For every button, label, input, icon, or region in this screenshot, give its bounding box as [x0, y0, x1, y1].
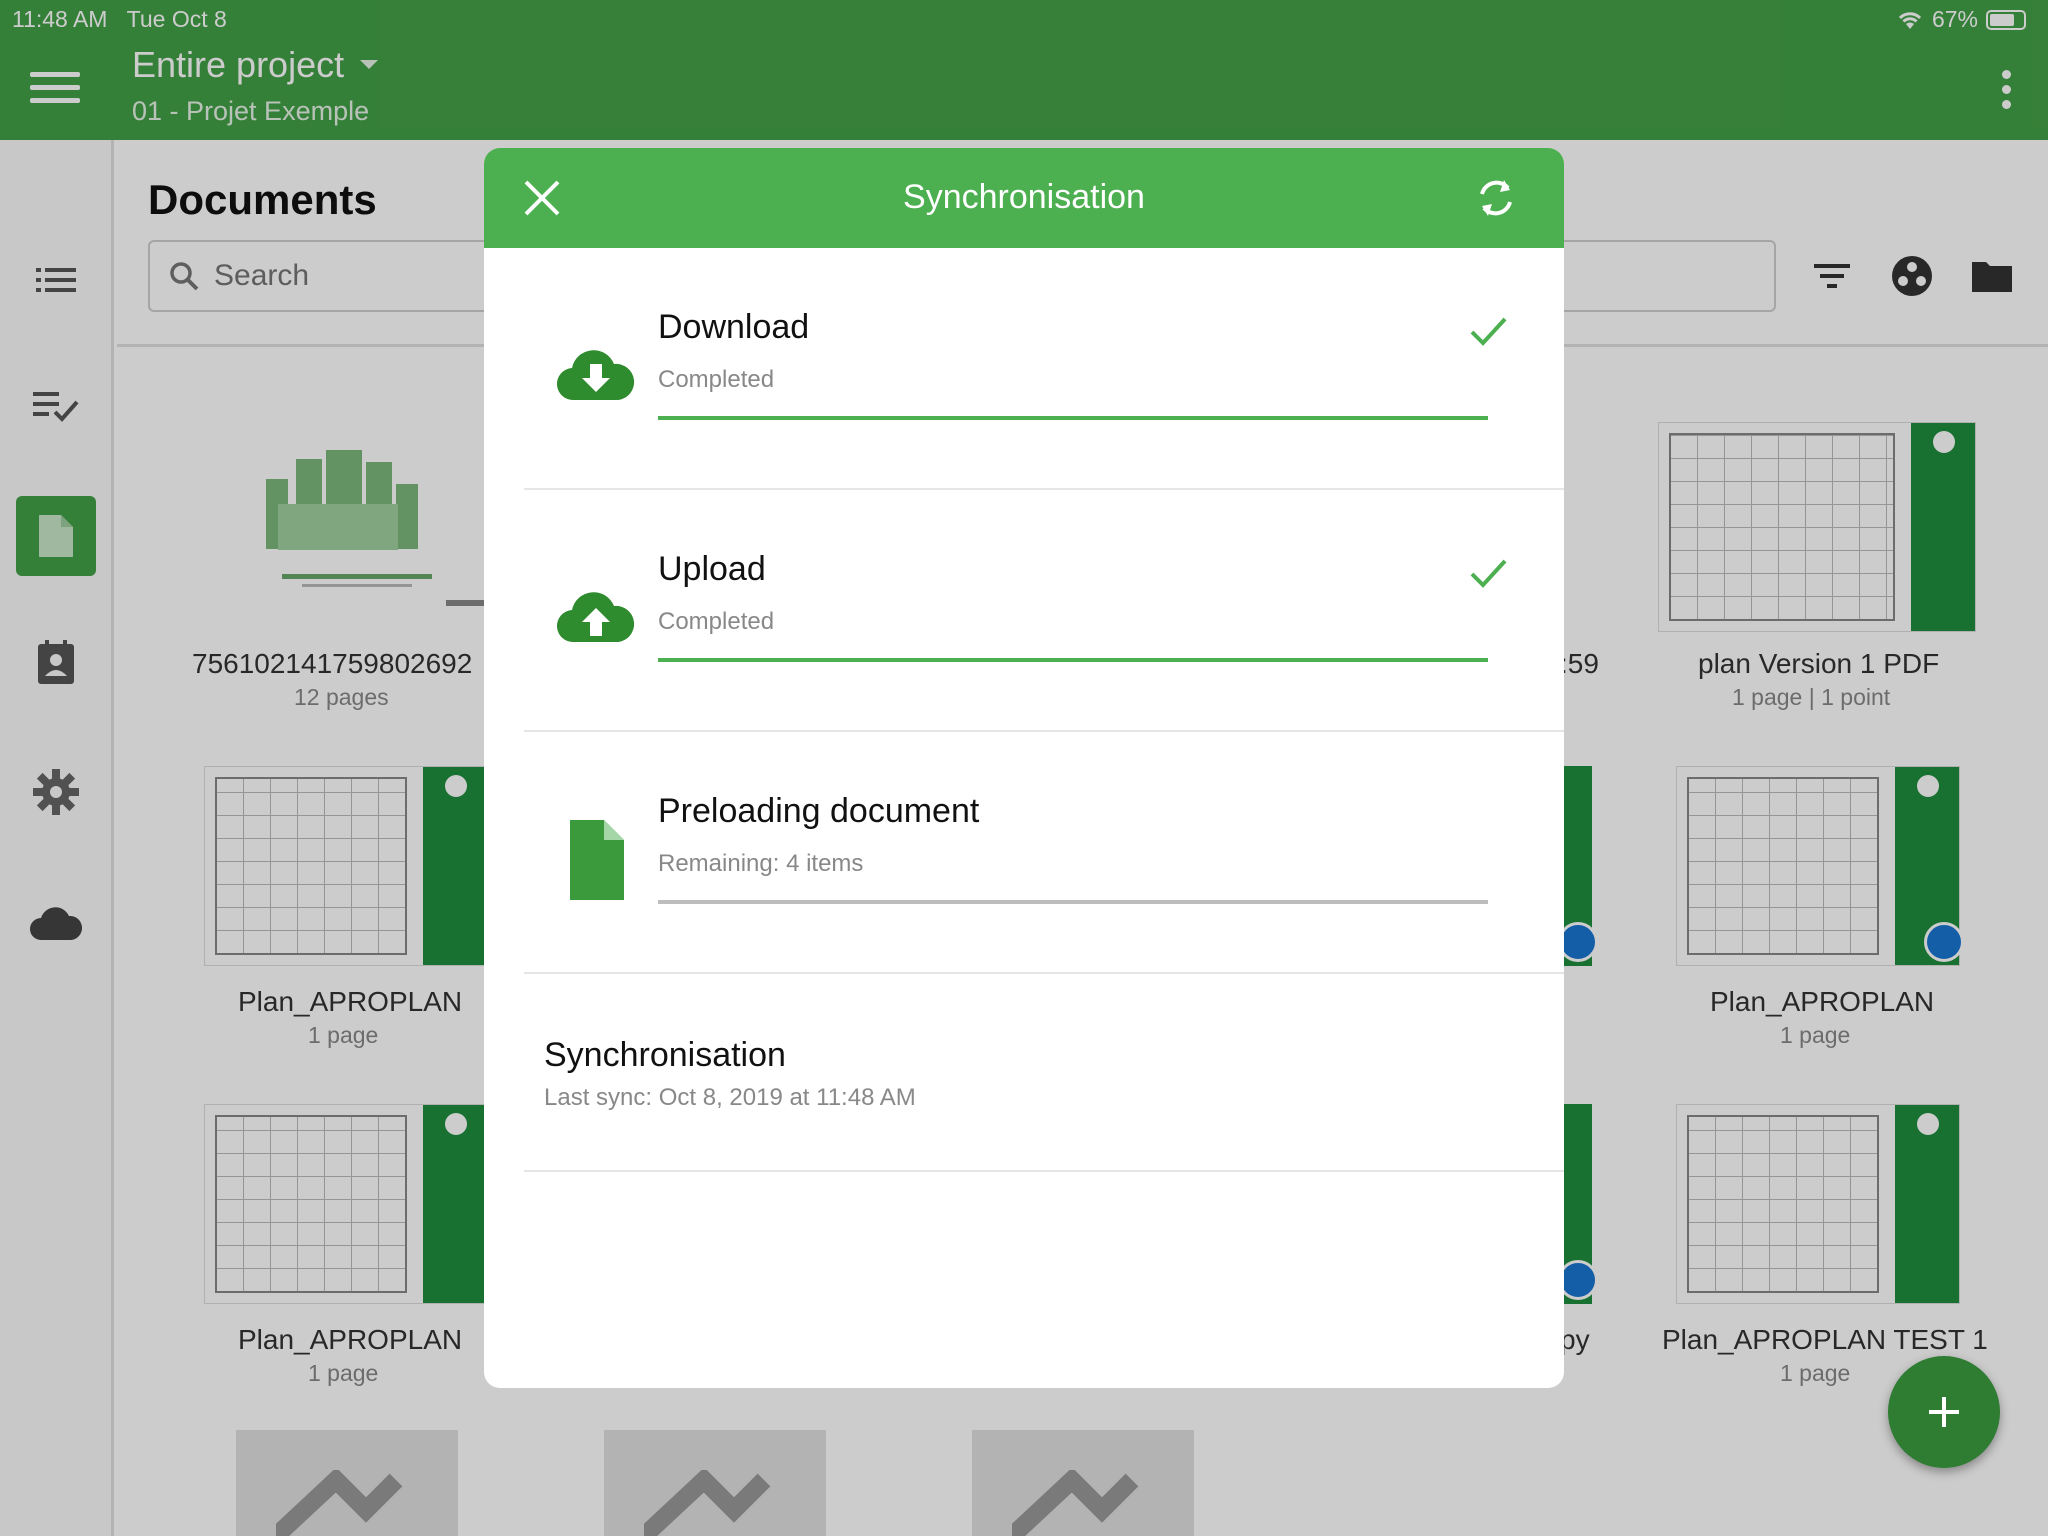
check-icon: [1470, 559, 1507, 588]
last-sync-heading: Synchronisation: [544, 1036, 786, 1074]
add-document-button[interactable]: [1888, 1356, 2000, 1468]
preloading-progress-bar: [658, 900, 1488, 904]
document-icon: [570, 820, 624, 900]
dialog-header: Synchronisation: [484, 148, 1564, 248]
download-progress-bar: [658, 416, 1488, 420]
plus-icon: [1929, 1397, 1959, 1427]
dialog-divider: [524, 1170, 1564, 1172]
sync-dialog: Synchronisation Download Completed Uploa…: [484, 148, 1564, 1388]
row-status: Completed: [658, 608, 775, 635]
row-title: Upload: [658, 550, 766, 588]
check-icon: [1470, 317, 1507, 346]
upload-progress-bar: [658, 658, 1488, 662]
cloud-upload-icon: [556, 592, 635, 643]
dialog-title: Synchronisation: [903, 178, 1145, 216]
preloading-row: Preloading document Remaining: 4 items: [524, 732, 1564, 974]
cloud-download-icon: [556, 350, 635, 401]
row-title: Download: [658, 308, 810, 346]
download-row: Download Completed: [524, 248, 1564, 490]
row-status: Completed: [658, 366, 775, 393]
row-title: Preloading document: [658, 792, 980, 830]
row-status: Remaining: 4 items: [658, 850, 864, 877]
last-sync-time: Last sync: Oct 8, 2019 at 11:48 AM: [544, 1084, 916, 1111]
refresh-icon[interactable]: [1474, 176, 1518, 220]
upload-row: Upload Completed: [524, 490, 1564, 732]
